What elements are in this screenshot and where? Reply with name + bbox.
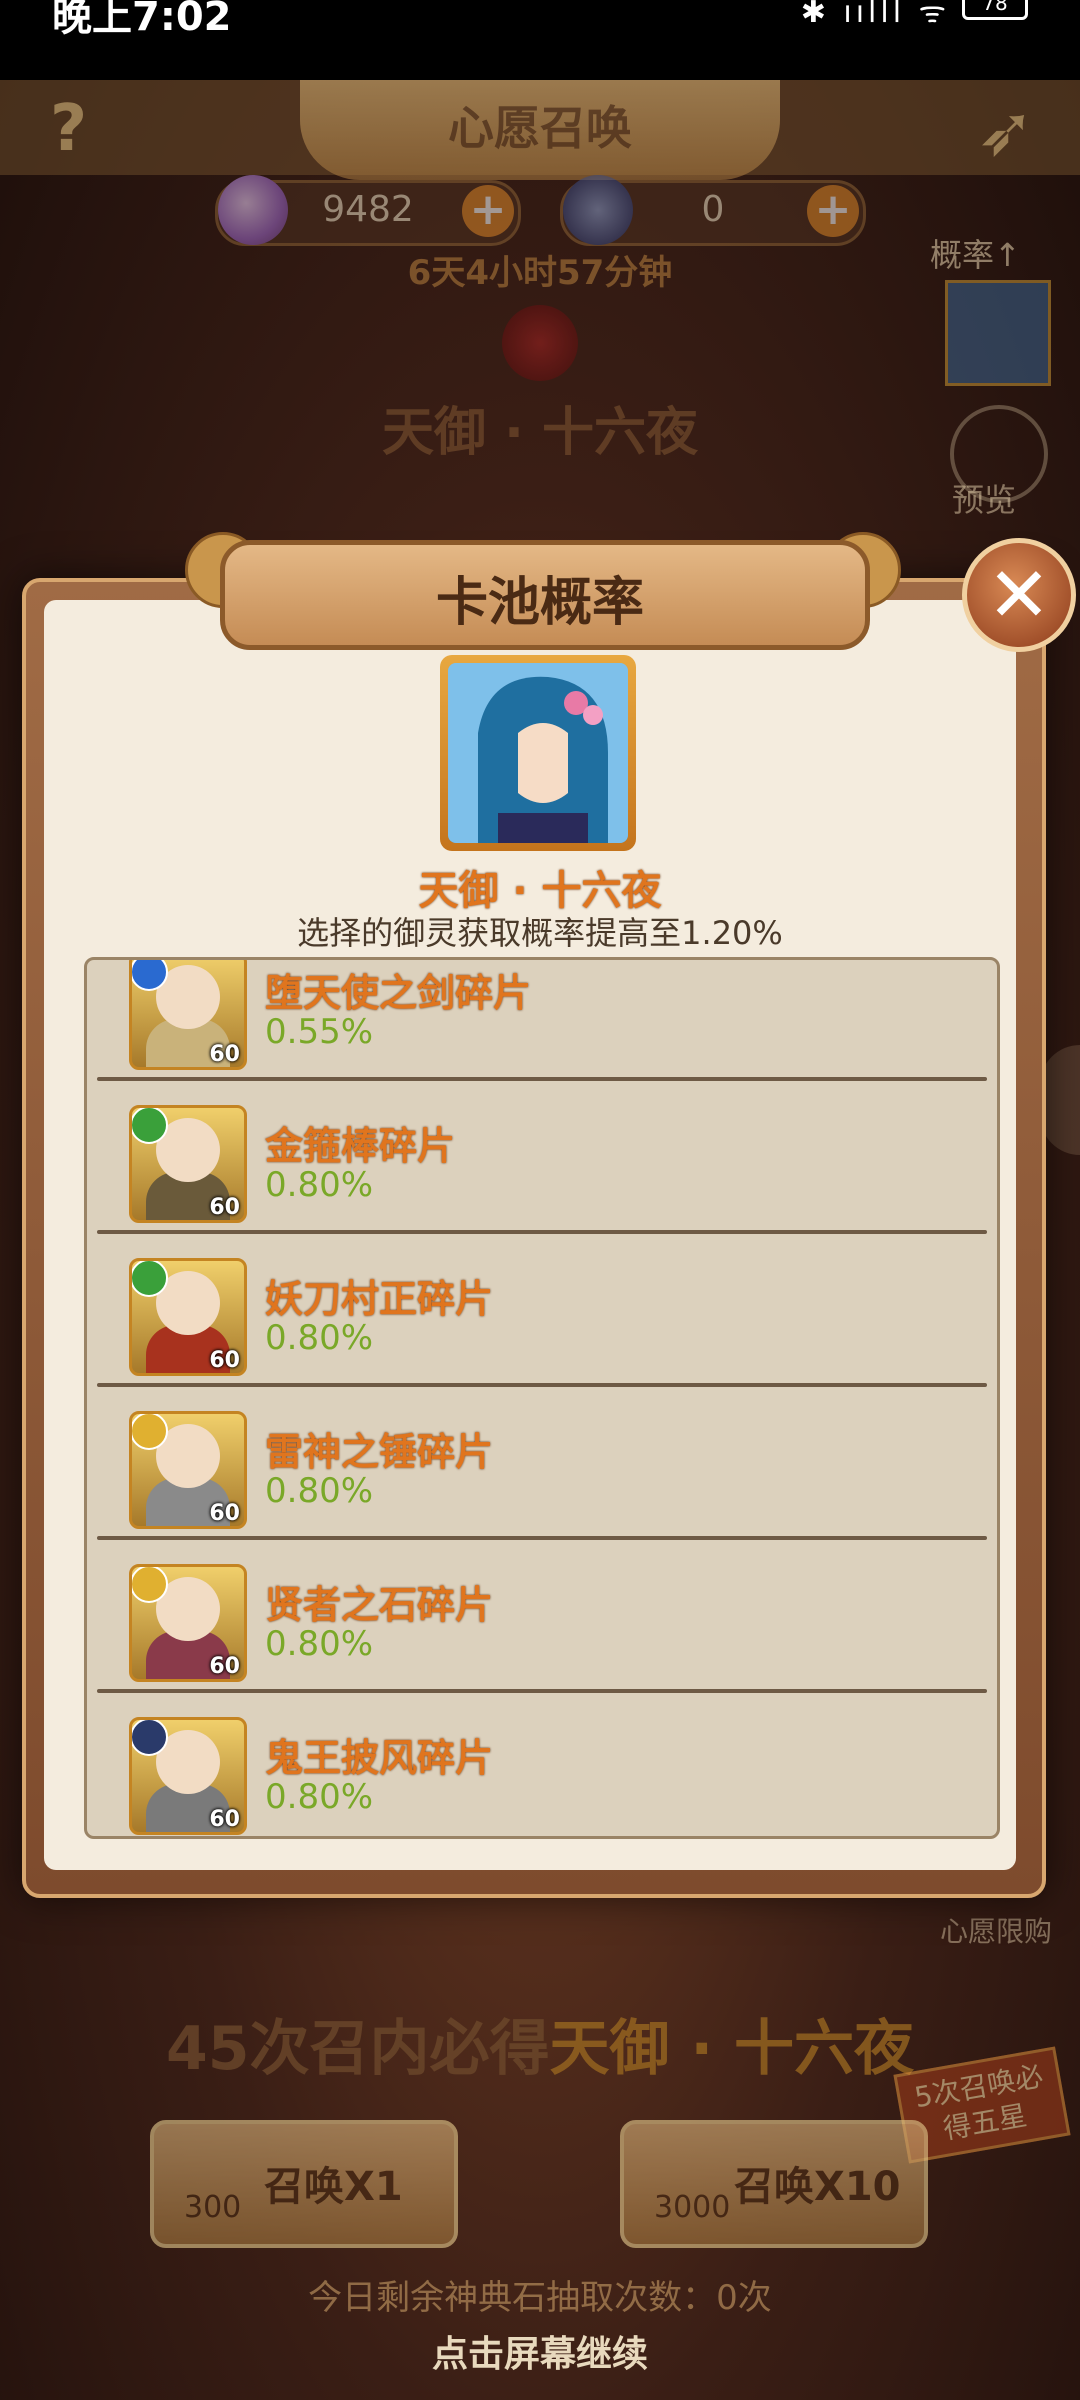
close-button[interactable]: ✕ [962, 538, 1076, 652]
item-name: 金箍棒碎片 [265, 1124, 456, 1168]
item-rate: 0.55% [265, 1012, 374, 1052]
row-divider [97, 1383, 987, 1387]
add-scroll-button[interactable]: + [807, 185, 859, 237]
featured-hero-name: 天御 · 十六夜 [382, 403, 698, 463]
item-level: 60 [209, 1501, 240, 1526]
item-rate: 0.80% [265, 1624, 374, 1664]
item-level: 60 [209, 1807, 240, 1832]
screen-title: 心愿召唤 [448, 101, 632, 155]
remaining-draws: 今日剩余神典石抽取次数：0次 [308, 2278, 772, 2318]
item-level: 60 [209, 1348, 240, 1373]
summon-cost: 3000 [654, 2190, 731, 2225]
rate-boost-text: 选择的御灵获取概率提高至1.20% [297, 914, 783, 952]
summon-cost: 300 [184, 2190, 242, 2225]
item-rate: 0.80% [265, 1471, 374, 1511]
rate-up-portrait[interactable] [945, 280, 1051, 386]
item-level: 60 [209, 1654, 240, 1679]
element-badge-icon [132, 1567, 168, 1603]
item-icon: 60 [129, 1564, 247, 1682]
item-rate: 0.80% [265, 1318, 374, 1358]
event-countdown: 6天4小时57分钟 [407, 253, 673, 293]
add-crystal-button[interactable]: + [462, 185, 514, 237]
back-arrow-icon[interactable]: ➶ [976, 90, 1035, 172]
currency-crystal: 9482 + [215, 175, 521, 246]
list-item: 60 堕天使之剑碎片 0.55% [87, 960, 997, 1105]
item-name: 雷神之锤碎片 [265, 1430, 494, 1474]
battery-icon: 78 [962, 0, 1028, 20]
row-divider [97, 1689, 987, 1693]
element-badge-icon [132, 1414, 168, 1450]
row-divider [97, 1536, 987, 1540]
summon-label: 召唤X10 [734, 2164, 901, 2210]
item-icon: 60 [129, 1105, 247, 1223]
summon-label: 召唤X1 [264, 2164, 403, 2210]
item-level: 60 [209, 1042, 240, 1067]
list-item: 60 金箍棒碎片 0.80% [87, 1105, 997, 1258]
item-icon: 60 [129, 960, 247, 1070]
item-rate: 0.80% [265, 1165, 374, 1205]
summon-x1-button[interactable]: 300 召唤X1 [150, 2120, 458, 2248]
help-button[interactable]: ? [50, 92, 87, 166]
currency-value: 9482 [322, 189, 414, 230]
item-name: 妖刀村正碎片 [265, 1277, 494, 1321]
status-bar: 晚上7:02 ✱ ıılll ᯤ 78 [0, 0, 1080, 80]
wish-shop-label[interactable]: 心愿限购 [940, 1910, 1052, 1950]
list-item: 60 妖刀村正碎片 0.80% [87, 1258, 997, 1411]
item-name: 鬼王披风碎片 [265, 1736, 494, 1780]
item-icon: 60 [129, 1258, 247, 1376]
scroll-icon [563, 175, 633, 245]
guarantee-hero: 天御 · 十六夜 [549, 2014, 915, 2084]
currency-value: 0 [701, 189, 725, 230]
signal-wifi-icons: ✱ ıılll ᯤ [800, 0, 950, 30]
element-badge-icon [132, 1261, 168, 1297]
item-rate: 0.80% [265, 1777, 374, 1817]
faction-emblem-icon [502, 305, 578, 381]
item-icon: 60 [129, 1411, 247, 1529]
list-item: 60 贤者之石碎片 0.80% [87, 1564, 997, 1717]
hero-art [448, 663, 628, 843]
guarantee-prefix: 45次召内必得 [165, 2014, 550, 2084]
crystal-icon [218, 175, 288, 245]
summon-x10-button[interactable]: 3000 召唤X10 [620, 2120, 928, 2248]
element-badge-icon [132, 1720, 168, 1756]
rate-up-label[interactable]: 概率↑ [930, 230, 1021, 276]
close-icon: ✕ [987, 550, 1051, 639]
featured-hero-portrait [440, 655, 636, 851]
item-name: 贤者之石碎片 [265, 1583, 494, 1627]
row-divider [97, 1077, 987, 1081]
currency-scroll: 0 + [560, 175, 866, 246]
row-divider [97, 1230, 987, 1234]
tap-to-continue[interactable]: 点击屏幕继续 [0, 2325, 1080, 2377]
item-level: 60 [209, 1195, 240, 1220]
dialog-title: 卡池概率 [435, 573, 644, 633]
rate-list[interactable]: 60 堕天使之剑碎片 0.55% 60 金箍棒碎片 0.80% 60 妖刀村正碎片 0.80% 6… [84, 957, 1000, 1839]
status-time: 晚上7:02 [52, 0, 232, 40]
preview-label[interactable]: 预览 [952, 475, 1016, 521]
element-badge-icon [132, 1108, 168, 1144]
item-icon: 60 [129, 1717, 247, 1835]
list-item: 60 雷神之锤碎片 0.80% [87, 1411, 997, 1564]
item-name: 堕天使之剑碎片 [265, 971, 532, 1015]
list-item: 60 鬼王披风碎片 0.80% [87, 1717, 997, 1836]
